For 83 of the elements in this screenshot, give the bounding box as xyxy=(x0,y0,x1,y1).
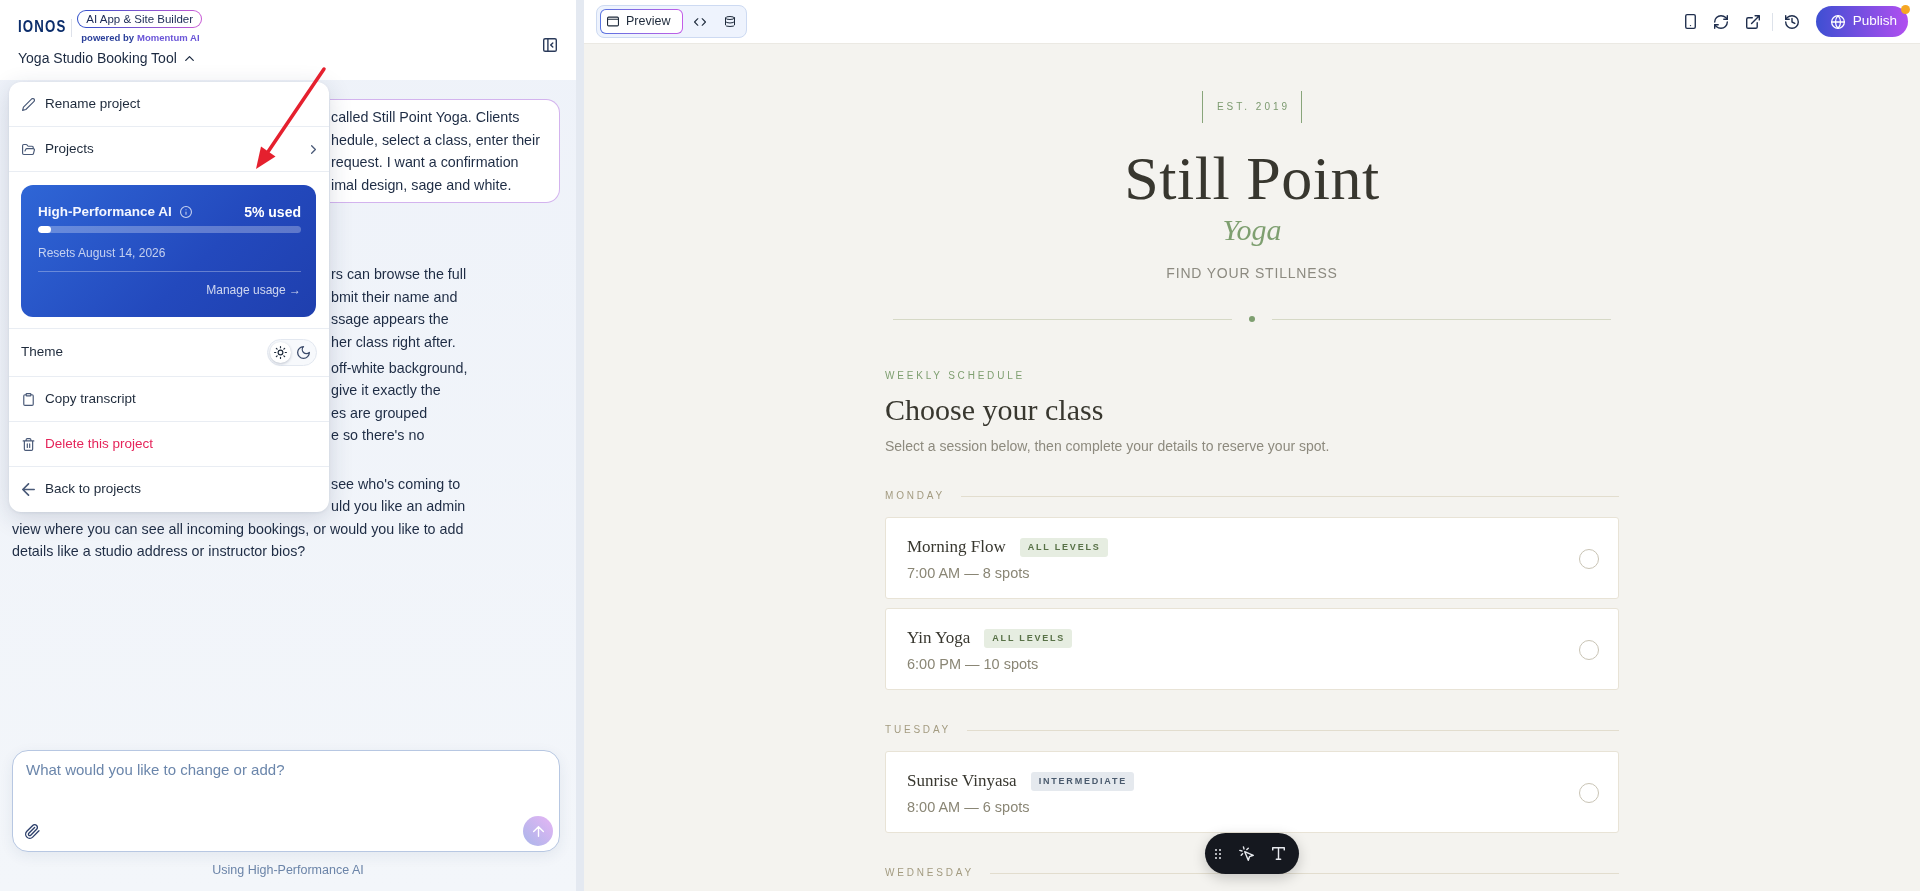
class-card[interactable]: Morning Flow ALL LEVELS 7:00 AM — 8 spots xyxy=(885,517,1619,599)
class-name: Sunrise Vinyasa xyxy=(907,770,1017,792)
message-text-fragment: give it exactly the xyxy=(331,381,441,400)
section-heading: Choose your class xyxy=(885,392,1104,428)
light-theme-button[interactable] xyxy=(270,342,291,363)
section-intro: Select a session below, then complete your details to reserve your spot. xyxy=(885,437,1330,456)
section-label: WEEKLY SCHEDULE xyxy=(885,369,1025,383)
message-composer[interactable]: What would you like to change or add? xyxy=(12,750,560,852)
class-time: 7:00 AM — 8 spots xyxy=(907,564,1030,583)
info-icon xyxy=(179,206,192,218)
project-menu-toggle[interactable]: Yoga Studio Booking Tool xyxy=(18,49,194,67)
divider-dot-icon xyxy=(1249,316,1255,322)
powered-by-label: powered by xyxy=(81,32,135,43)
message-input[interactable]: What would you like to change or add? xyxy=(13,751,559,816)
message-text-line: view where you can see all incoming bookings, or would you like to add xyxy=(12,519,464,539)
pencil-icon xyxy=(22,97,35,111)
message-text-fragment: called Still Point Yoga. Clients xyxy=(331,108,520,127)
product-badge: AI App & Site Builder xyxy=(77,10,203,28)
text-tool-icon[interactable] xyxy=(1272,847,1285,860)
trash-icon xyxy=(22,437,35,451)
day-label: TUESDAY xyxy=(885,723,952,737)
collapse-sidebar-icon[interactable] xyxy=(543,38,557,52)
message-text-fragment: see who's coming to xyxy=(331,474,461,494)
arrow-up-icon xyxy=(532,825,544,837)
refresh-icon[interactable] xyxy=(1713,14,1728,29)
arrow-left-icon xyxy=(22,483,35,496)
usage-reset-date: Resets August 14, 2026 xyxy=(38,245,166,261)
usage-title: High-Performance AI xyxy=(38,203,172,221)
delete-project-item[interactable]: Delete this project xyxy=(9,422,329,467)
class-time: 8:00 AM — 6 spots xyxy=(907,798,1030,817)
message-text-fragment: off-white background, xyxy=(331,358,468,378)
globe-icon xyxy=(1830,14,1845,29)
select-cursor-icon[interactable] xyxy=(1239,846,1254,861)
chevron-right-icon xyxy=(311,144,316,154)
sun-icon xyxy=(274,346,287,359)
usage-percent: 5% used xyxy=(244,203,301,222)
code-icon xyxy=(694,17,707,26)
level-tag: INTERMEDIATE xyxy=(1030,771,1135,791)
message-text-fragment: her class right after. xyxy=(331,332,456,352)
brand-name: Momentum AI xyxy=(137,32,200,43)
class-card[interactable]: Sunrise Vinyasa INTERMEDIATE 8:00 AM — 6 spots xyxy=(885,751,1619,833)
manage-usage-link[interactable]: Manage usage → xyxy=(206,282,301,298)
preview-tab[interactable]: Preview xyxy=(600,9,684,34)
message-text-fragment: imal design, sage and white. xyxy=(331,175,512,195)
logo: IONOS xyxy=(18,18,67,36)
message-text-fragment: bmit their name and xyxy=(331,287,458,307)
message-text-fragment: es are grouped xyxy=(331,403,428,423)
class-card[interactable]: Yin Yoga ALL LEVELS 6:00 PM — 10 spots xyxy=(885,608,1619,690)
level-tag: ALL LEVELS xyxy=(1019,537,1108,557)
tagline: FIND YOUR STILLNESS xyxy=(1166,264,1338,283)
drag-handle-icon[interactable] xyxy=(1215,848,1221,859)
class-time: 6:00 PM — 10 spots xyxy=(907,655,1039,674)
message-text-fragment: request. I want a confirmation xyxy=(331,153,519,172)
publish-button[interactable]: Publish xyxy=(1815,6,1908,37)
smartphone-icon[interactable] xyxy=(1684,14,1696,29)
moon-icon xyxy=(297,346,310,359)
message-text-fragment: ssage appears the xyxy=(331,310,449,329)
theme-label: Theme xyxy=(21,343,64,362)
back-to-projects-item[interactable]: Back to projects xyxy=(9,467,329,512)
browser-window-icon xyxy=(607,16,619,27)
copy-transcript-item[interactable]: Copy transcript xyxy=(9,377,329,422)
established-label: EST. 2019 xyxy=(1201,91,1303,123)
history-icon[interactable] xyxy=(1784,14,1799,29)
paperclip-icon[interactable] xyxy=(25,823,40,839)
message-text-fragment: rs can browse the full xyxy=(331,265,467,284)
rename-project-item[interactable]: Rename project xyxy=(9,82,329,127)
day-label: MONDAY xyxy=(885,489,945,503)
clipboard-icon xyxy=(22,392,35,406)
external-link-icon[interactable] xyxy=(1745,14,1760,29)
studio-name: Still Point xyxy=(1124,145,1380,211)
class-name: Yin Yoga xyxy=(907,627,971,649)
level-tag: ALL LEVELS xyxy=(984,628,1073,648)
day-label: WEDNESDAY xyxy=(885,866,974,880)
message-text-fragment: uld you like an admin xyxy=(331,497,466,516)
folder-icon xyxy=(22,142,35,156)
message-text-fragment: e so there's no xyxy=(331,426,425,445)
studio-subtitle: Yoga xyxy=(1222,212,1282,248)
class-name: Morning Flow xyxy=(907,536,1006,558)
model-status-label: Using High-Performance AI xyxy=(212,862,364,878)
database-icon xyxy=(724,16,737,27)
message-text-fragment: hedule, select a class, enter their xyxy=(331,130,540,150)
message-text-line: details like a studio address or instructor bios? xyxy=(12,542,306,561)
panel-resize-handle[interactable] xyxy=(576,0,584,891)
